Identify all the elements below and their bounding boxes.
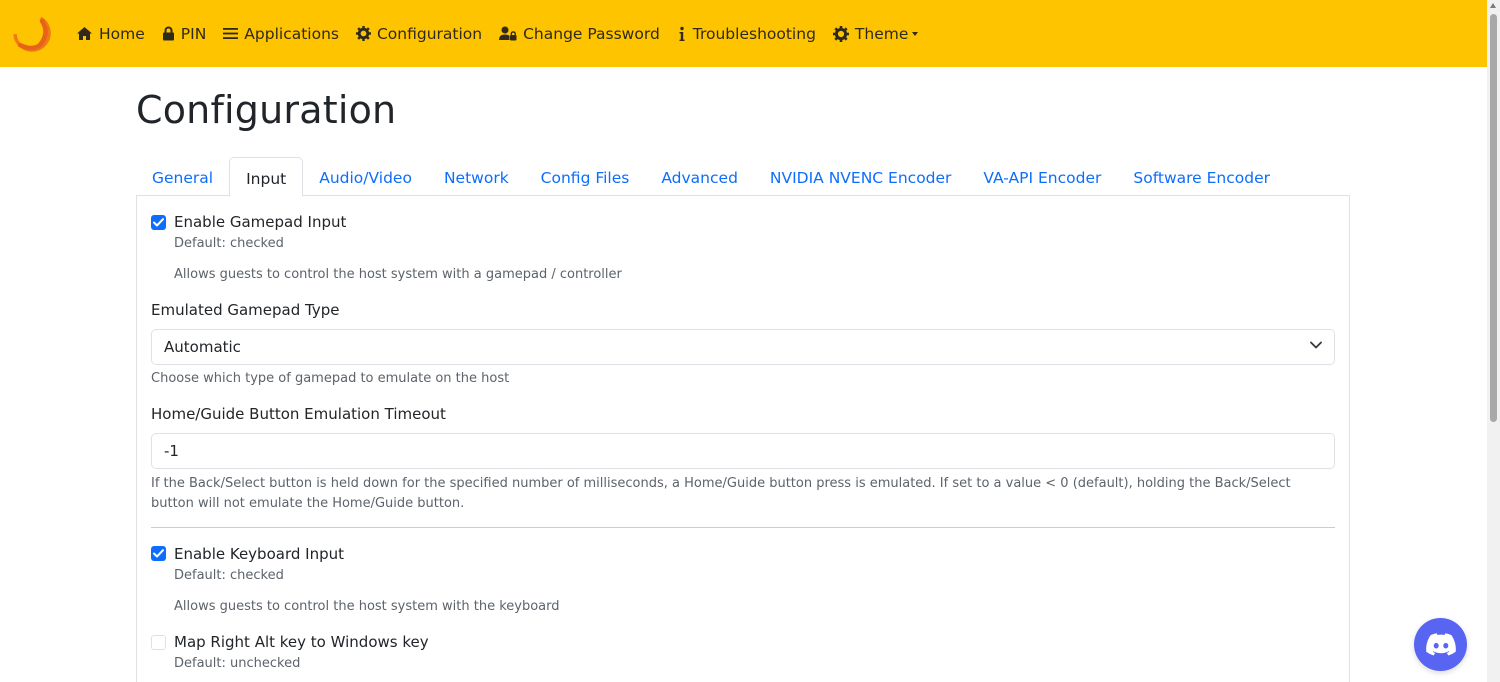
tab-config-files[interactable]: Config Files [525,157,646,196]
chevron-down-icon [1310,341,1322,349]
scrollbar-thumb[interactable] [1490,14,1497,422]
scroll-up-arrow-icon[interactable] [1490,3,1496,8]
gamepad-type-description: Choose which type of gamepad to emulate … [151,371,510,386]
guide-timeout-input[interactable]: -1 [151,433,1335,469]
nav-pin-label: PIN [180,24,207,43]
nav-troubleshooting-label: Troubleshooting [692,24,816,43]
keyboard-input-description: Allows guests to control the host system… [174,599,560,614]
nav-home-label: Home [99,24,145,43]
gear-icon [355,26,371,41]
guide-timeout-description: If the Back/Select button is held down f… [151,476,1291,511]
nav-configuration-label: Configuration [376,24,483,43]
discord-icon [1425,633,1456,656]
list-icon [223,28,239,39]
right-alt-default: Default: unchecked [174,656,301,671]
right-alt-checkbox[interactable] [151,635,166,650]
lock-icon [162,26,174,41]
guide-timeout-value: -1 [164,442,179,460]
keyboard-input-default: Default: checked [174,568,284,583]
config-tabs: General Input Audio/Video Network Config… [136,157,1350,197]
gamepad-input-checkbox[interactable] [151,215,166,230]
guide-timeout-label: Home/Guide Button Emulation Timeout [151,405,446,423]
app-logo[interactable] [12,13,52,53]
info-icon [679,26,685,41]
nav-applications-label: Applications [244,24,339,43]
right-alt-label[interactable]: Map Right Alt key to Windows key [174,633,429,651]
home-icon [77,27,92,40]
nav-theme-dropdown[interactable]: Theme [832,24,919,43]
nav-pin[interactable]: PIN [162,24,207,43]
gear-icon [832,25,849,42]
tab-audio-video[interactable]: Audio/Video [303,157,428,196]
section-divider [151,527,1335,528]
gamepad-type-label: Emulated Gamepad Type [151,301,340,319]
tab-network[interactable]: Network [428,157,525,196]
nav-change-password-label: Change Password [523,24,660,43]
gamepad-type-select[interactable]: Automatic [151,329,1335,365]
user-lock-icon [499,26,517,41]
tab-input[interactable]: Input [229,157,304,197]
gamepad-type-value: Automatic [164,338,241,356]
nav-theme-label: Theme [854,24,909,43]
nav-troubleshooting[interactable]: Troubleshooting [677,25,816,43]
keyboard-input-checkbox[interactable] [151,546,166,561]
tab-general[interactable]: General [136,157,229,196]
nav-configuration[interactable]: Configuration [355,24,483,43]
navbar: Home PIN Applications Configuration Chan… [0,0,1487,67]
gamepad-input-label[interactable]: Enable Gamepad Input [174,213,346,231]
checkmark-icon [153,549,164,558]
nav-home[interactable]: Home [76,25,145,43]
tab-nvidia-nvenc-encoder[interactable]: NVIDIA NVENC Encoder [754,157,968,196]
caret-down-icon [912,32,919,36]
discord-button[interactable] [1414,618,1467,671]
checkmark-icon [153,218,164,227]
tab-va-api-encoder[interactable]: VA-API Encoder [967,157,1117,196]
tab-software-encoder[interactable]: Software Encoder [1117,157,1286,196]
nav-change-password[interactable]: Change Password [499,25,660,43]
keyboard-input-label[interactable]: Enable Keyboard Input [174,545,344,563]
page-title: Configuration [136,88,397,132]
gamepad-input-description: Allows guests to control the host system… [174,267,622,282]
tab-advanced[interactable]: Advanced [645,157,754,196]
nav-applications[interactable]: Applications [223,25,339,43]
gamepad-input-default: Default: checked [174,236,284,251]
